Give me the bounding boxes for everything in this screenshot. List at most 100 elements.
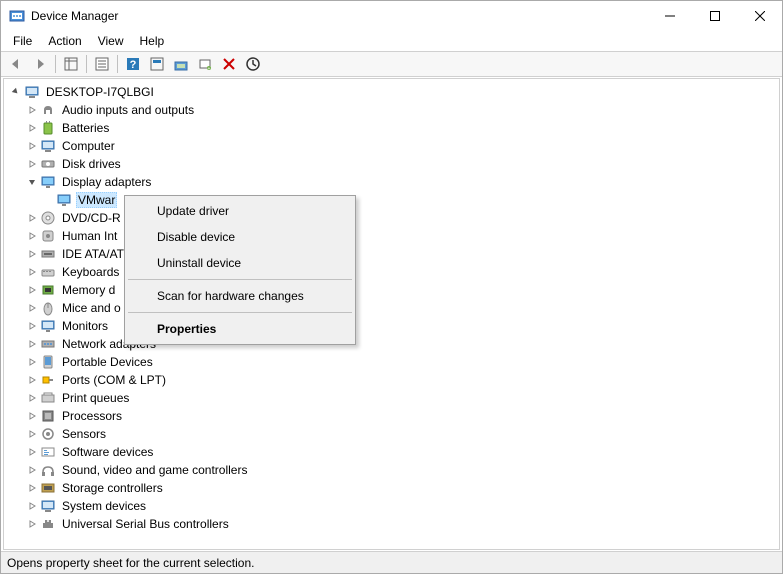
back-button[interactable]	[5, 53, 27, 75]
tree-label: Universal Serial Bus controllers	[60, 517, 231, 531]
ctx-properties[interactable]: Properties	[127, 316, 353, 342]
toolbar-separator	[55, 55, 56, 73]
ctx-scan-hardware[interactable]: Scan for hardware changes	[127, 283, 353, 309]
update-driver-button[interactable]	[170, 53, 192, 75]
expander-icon[interactable]	[24, 516, 40, 532]
category-icon	[40, 246, 56, 262]
toolbar-separator	[86, 55, 87, 73]
category-icon	[40, 444, 56, 460]
expander-icon[interactable]	[24, 336, 40, 352]
show-hide-tree-button[interactable]	[60, 53, 82, 75]
scan-hardware-button[interactable]: +	[194, 53, 216, 75]
tree-label: Mice and o	[60, 301, 123, 315]
menu-file[interactable]: File	[5, 32, 40, 50]
toolbar-separator	[117, 55, 118, 73]
expander-icon[interactable]	[24, 138, 40, 154]
menu-view[interactable]: View	[90, 32, 132, 50]
expander-icon[interactable]	[24, 354, 40, 370]
category-icon	[40, 516, 56, 532]
category-icon	[40, 354, 56, 370]
disable-button[interactable]	[242, 53, 264, 75]
ctx-disable-device[interactable]: Disable device	[127, 224, 353, 250]
expander-icon[interactable]	[24, 372, 40, 388]
category-icon	[40, 390, 56, 406]
ctx-separator	[128, 279, 352, 280]
tree-label: DESKTOP-I7QLBGI	[44, 85, 156, 99]
menu-action[interactable]: Action	[40, 32, 89, 50]
computer-icon	[24, 84, 40, 100]
category-icon	[40, 462, 56, 478]
minimize-button[interactable]	[647, 1, 692, 31]
expander-icon[interactable]	[24, 444, 40, 460]
ctx-separator	[128, 312, 352, 313]
help-button[interactable]: ?	[122, 53, 144, 75]
tree-label: Sensors	[60, 427, 108, 441]
tree-category[interactable]: Ports (COM & LPT)	[8, 371, 779, 389]
expander-icon[interactable]	[24, 426, 40, 442]
tree-category[interactable]: Portable Devices	[8, 353, 779, 371]
category-icon	[40, 300, 56, 316]
expander-icon[interactable]	[24, 408, 40, 424]
expander-spacer	[40, 192, 56, 208]
app-icon	[9, 8, 25, 24]
ctx-update-driver[interactable]: Update driver	[127, 198, 353, 224]
tree-category[interactable]: Universal Serial Bus controllers	[8, 515, 779, 533]
tree-category[interactable]: Display adapters	[8, 173, 779, 191]
maximize-button[interactable]	[692, 1, 737, 31]
uninstall-button[interactable]	[218, 53, 240, 75]
titlebar: Device Manager	[1, 1, 782, 31]
tree-label: Disk drives	[60, 157, 123, 171]
category-icon	[40, 102, 56, 118]
tree-category[interactable]: Sound, video and game controllers	[8, 461, 779, 479]
category-icon	[40, 498, 56, 514]
device-tree: DESKTOP-I7QLBGI Audio inputs and outputs…	[4, 79, 779, 537]
tree-category[interactable]: Storage controllers	[8, 479, 779, 497]
tree-label: Batteries	[60, 121, 111, 135]
ctx-uninstall-device[interactable]: Uninstall device	[127, 250, 353, 276]
menu-help[interactable]: Help	[132, 32, 173, 50]
expander-icon[interactable]	[24, 390, 40, 406]
category-icon	[40, 174, 56, 190]
properties-button[interactable]	[91, 53, 113, 75]
tree-root[interactable]: DESKTOP-I7QLBGI	[8, 83, 779, 101]
expander-icon[interactable]	[24, 228, 40, 244]
device-tree-panel[interactable]: DESKTOP-I7QLBGI Audio inputs and outputs…	[3, 78, 780, 550]
expander-icon[interactable]	[24, 318, 40, 334]
tree-category[interactable]: Audio inputs and outputs	[8, 101, 779, 119]
tree-category[interactable]: Batteries	[8, 119, 779, 137]
action-button[interactable]	[146, 53, 168, 75]
category-icon	[40, 372, 56, 388]
expander-icon[interactable]	[24, 174, 40, 190]
tree-label: Audio inputs and outputs	[60, 103, 196, 117]
tree-category[interactable]: Disk drives	[8, 155, 779, 173]
expander-icon[interactable]	[24, 300, 40, 316]
close-button[interactable]	[737, 1, 782, 31]
tree-category[interactable]: Computer	[8, 137, 779, 155]
expander-icon[interactable]	[24, 246, 40, 262]
forward-button[interactable]	[29, 53, 51, 75]
tree-category[interactable]: Sensors	[8, 425, 779, 443]
expander-icon[interactable]	[8, 84, 24, 100]
expander-icon[interactable]	[24, 120, 40, 136]
tree-category[interactable]: Print queues	[8, 389, 779, 407]
tree-category[interactable]: System devices	[8, 497, 779, 515]
tree-label: Keyboards	[60, 265, 121, 279]
tree-label: Display adapters	[60, 175, 153, 189]
expander-icon[interactable]	[24, 498, 40, 514]
expander-icon[interactable]	[24, 462, 40, 478]
svg-text:+: +	[208, 66, 211, 72]
menubar: File Action View Help	[1, 31, 782, 51]
expander-icon[interactable]	[24, 480, 40, 496]
expander-icon[interactable]	[24, 264, 40, 280]
tree-label: Print queues	[60, 391, 131, 405]
tree-category[interactable]: Software devices	[8, 443, 779, 461]
tree-category[interactable]: Processors	[8, 407, 779, 425]
tree-label: Memory d	[60, 283, 117, 297]
category-icon	[40, 228, 56, 244]
expander-icon[interactable]	[24, 210, 40, 226]
tree-label: Monitors	[60, 319, 110, 333]
expander-icon[interactable]	[24, 102, 40, 118]
expander-icon[interactable]	[24, 282, 40, 298]
expander-icon[interactable]	[24, 156, 40, 172]
tree-label: Processors	[60, 409, 124, 423]
